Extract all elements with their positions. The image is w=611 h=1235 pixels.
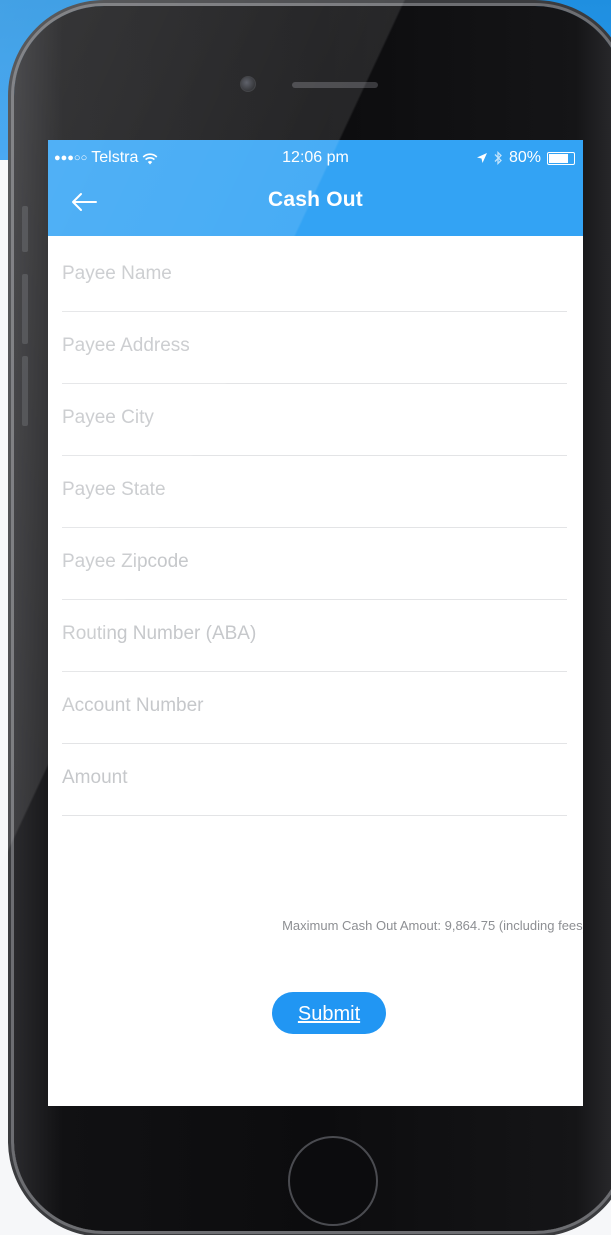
location-arrow-icon bbox=[476, 153, 487, 163]
payee-name-input[interactable] bbox=[62, 258, 567, 290]
page-title: Cash Out bbox=[268, 188, 363, 211]
amount-input[interactable] bbox=[62, 762, 567, 794]
cash-out-form: Maximum Cash Out Amout: 9,864.75 (includ… bbox=[62, 240, 583, 1034]
app-screen: ●●●○○ Telstra 12:06 pm 80% Cash Out Paye… bbox=[48, 140, 583, 1106]
routing-number-input[interactable] bbox=[62, 618, 567, 650]
payee-name-field bbox=[62, 240, 567, 312]
battery-icon bbox=[547, 151, 575, 165]
submit-button[interactable]: Submit bbox=[272, 992, 386, 1034]
payee-state-input[interactable] bbox=[62, 474, 567, 506]
battery-level bbox=[549, 153, 568, 163]
payee-city-field bbox=[62, 384, 567, 456]
payee-city-input[interactable] bbox=[62, 402, 567, 434]
payee-zipcode-field bbox=[62, 528, 567, 600]
volume-down-button bbox=[22, 356, 28, 426]
payee-address-input[interactable] bbox=[62, 330, 567, 362]
home-button[interactable] bbox=[288, 1136, 378, 1226]
volume-up-button bbox=[22, 274, 28, 344]
routing-number-field bbox=[62, 600, 567, 672]
payee-address-field bbox=[62, 312, 567, 384]
bluetooth-icon bbox=[494, 151, 502, 165]
battery-percent: 80% bbox=[508, 149, 541, 166]
payee-state-field bbox=[62, 456, 567, 528]
nav-bar: Cash Out bbox=[48, 182, 583, 226]
app-header: ●●●○○ Telstra 12:06 pm 80% Cash Out bbox=[48, 140, 583, 236]
account-number-field bbox=[62, 672, 567, 744]
mute-switch bbox=[22, 206, 28, 252]
amount-field bbox=[62, 744, 567, 816]
account-number-input[interactable] bbox=[62, 690, 567, 722]
earpiece-speaker bbox=[292, 82, 378, 88]
max-cash-out-hint: Maximum Cash Out Amout: 9,864.75 (includ… bbox=[282, 918, 583, 933]
front-camera bbox=[240, 76, 256, 92]
status-bar: ●●●○○ Telstra 12:06 pm 80% bbox=[48, 148, 583, 168]
payee-zipcode-input[interactable] bbox=[62, 546, 567, 578]
status-right: 80% bbox=[476, 148, 575, 168]
